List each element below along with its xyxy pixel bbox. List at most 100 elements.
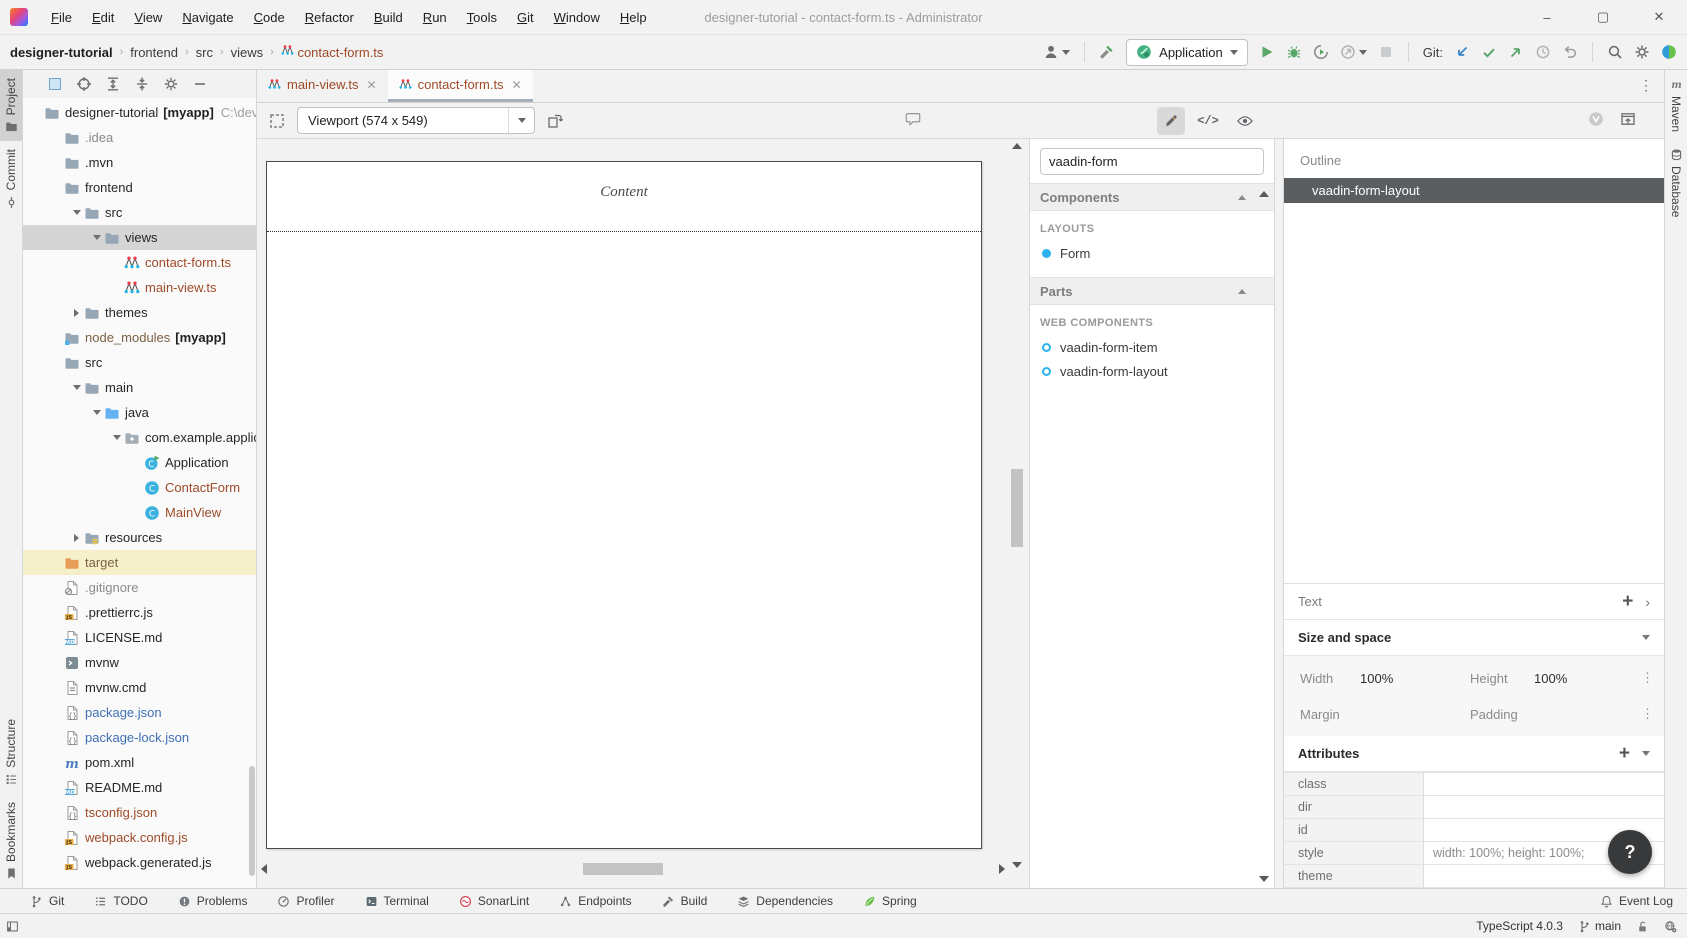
tool-stripe-maven[interactable]: mMaven [1665,70,1687,140]
tree-item-package-json[interactable]: {}package.json [23,700,256,725]
tree-item-mainview[interactable]: CMainView [23,500,256,525]
tree-item--idea[interactable]: .idea [23,125,256,150]
minus-icon[interactable] [192,76,208,92]
menu-code[interactable]: Code [245,6,294,29]
toolwindow-todo[interactable]: TODO [94,894,147,908]
design-viewport[interactable]: Content [266,161,982,849]
viewport-selector[interactable]: Viewport (574 x 549) [297,107,535,134]
chevron-open-icon[interactable] [89,225,104,250]
minimize-button[interactable]: – [1519,0,1575,34]
palette-search-input[interactable] [1040,148,1264,175]
tree-item-contact-form-ts[interactable]: contact-form.ts [23,250,256,275]
text-section-header[interactable]: Text + › [1284,584,1664,620]
tree-item-node-modules[interactable]: node_modules[myapp] [23,325,256,350]
tree-item-package-lock-json[interactable]: {}package-lock.json [23,725,256,750]
palette-item-Form[interactable]: Form [1030,241,1274,265]
tree-item-src[interactable]: src [23,350,256,375]
tree-item-main-view-ts[interactable]: main-view.ts [23,275,256,300]
maximize-button[interactable]: ▢ [1575,0,1631,34]
close-icon[interactable]: ✕ [512,78,522,92]
prop-value[interactable]: 100% [1534,671,1641,686]
palette-scroll-down-icon[interactable] [1259,876,1269,882]
menu-refactor[interactable]: Refactor [296,6,363,29]
gearsm-icon[interactable] [163,76,179,92]
tree-item-themes[interactable]: themes [23,300,256,325]
toolwindow-profiler[interactable]: Profiler [277,894,334,908]
debug-button[interactable] [1286,44,1302,60]
tree-item-com-example-applica[interactable]: com.example.applica [23,425,256,450]
menu-file[interactable]: File [42,6,81,29]
size-section-header[interactable]: Size and space [1284,620,1664,656]
tree-item-designer-tutorial[interactable]: designer-tutorial[myapp]C:\dev\ [23,100,256,125]
breadcrumb-item[interactable]: designer-tutorial [10,45,113,60]
rollback-button[interactable] [1562,44,1578,60]
build-project-button[interactable] [1099,44,1115,60]
tool-stripe-commit[interactable]: Commit [0,141,22,216]
toolwindow-terminal[interactable]: Terminal [365,894,429,908]
breadcrumb-item[interactable]: src [196,45,213,60]
run-with-coverage-button[interactable] [1313,44,1329,60]
attribute-value[interactable] [1424,796,1664,818]
palette-section-parts[interactable]: Parts [1030,277,1274,305]
tab-options-icon[interactable]: ⋮ [1639,77,1654,94]
git-branch-widget[interactable]: main [1578,919,1621,933]
update-project-button[interactable] [1454,44,1470,60]
chevron-closed-icon[interactable] [69,525,84,550]
open-in-window-icon[interactable] [1620,111,1636,127]
viewport-selector-dropdown[interactable] [508,108,534,133]
target-icon[interactable] [76,76,92,92]
chevron-open-icon[interactable] [89,400,104,425]
chevron-closed-icon[interactable] [69,300,84,325]
horizontal-scroll-thumb[interactable] [583,863,663,875]
menu-view[interactable]: View [125,6,171,29]
toolwindow-sonarlint[interactable]: SonarLint [459,894,529,908]
run-configuration-selector[interactable]: Application [1126,39,1248,66]
tree-item--prettierrc-js[interactable]: JS.prettierrc.js [23,600,256,625]
canvas-horizontal-scrollbar[interactable] [261,862,1005,876]
tree-item-application[interactable]: CApplication [23,450,256,475]
tree-item--gitignore[interactable]: .gitignore [23,575,256,600]
typescript-version[interactable]: TypeScript 4.0.3 [1476,919,1563,933]
code-mode-button[interactable]: </> [1194,107,1222,135]
canvas-vertical-scrollbar[interactable] [1011,155,1023,854]
prop-value[interactable]: 100% [1360,671,1470,686]
attribute-value[interactable] [1424,773,1664,795]
editor-tab-contact-form-ts[interactable]: contact-form.ts✕ [388,70,533,102]
tool-stripe-database[interactable]: Database [1665,140,1687,225]
outline-selected-item[interactable]: vaadin-form-layout [1284,178,1664,203]
run-button[interactable] [1259,44,1275,60]
menu-build[interactable]: Build [365,6,412,29]
more-options-icon[interactable]: ⋮ [1641,670,1654,686]
breadcrumb-item[interactable]: frontend [130,45,178,60]
search-everywhere-button[interactable] [1607,44,1623,60]
expand-icon[interactable] [105,76,121,92]
tool-stripe-project[interactable]: Project [0,70,22,141]
breadcrumb-item[interactable]: views [231,45,264,60]
tool-stripe-bookmarks[interactable]: Bookmarks [0,794,22,888]
tree-item-license-md[interactable]: MDLICENSE.md [23,625,256,650]
editor-tab-main-view-ts[interactable]: main-view.ts✕ [257,70,388,102]
tree-item-views[interactable]: views [23,225,256,250]
toolwindow-toggle-icon[interactable] [6,920,19,933]
close-icon[interactable]: ✕ [367,78,377,92]
tree-item-pom-xml[interactable]: mpom.xml [23,750,256,775]
toolwindow-dependencies[interactable]: Dependencies [737,894,833,908]
toolwindow-build[interactable]: Build [662,894,708,908]
preview-mode-button[interactable] [1231,107,1259,135]
menu-help[interactable]: Help [611,6,656,29]
tree-item-readme-md[interactable]: MDREADME.md [23,775,256,800]
push-button[interactable] [1508,44,1524,60]
menu-edit[interactable]: Edit [83,6,123,29]
menu-tools[interactable]: Tools [458,6,506,29]
panel-splitter[interactable] [1275,139,1283,888]
collapse-icon[interactable] [1238,195,1246,200]
tree-item-webpack-generated-js[interactable]: JSwebpack.generated.js [23,850,256,875]
tree-item-java[interactable]: java [23,400,256,425]
project-tree-scrollbar[interactable] [249,766,255,876]
menu-navigate[interactable]: Navigate [173,6,242,29]
menu-run[interactable]: Run [414,6,456,29]
toolwindow-endpoints[interactable]: Endpoints [559,894,631,908]
close-button[interactable]: ✕ [1631,0,1687,34]
tree-item-resources[interactable]: resources [23,525,256,550]
tree-item-webpack-config-js[interactable]: JSwebpack.config.js [23,825,256,850]
